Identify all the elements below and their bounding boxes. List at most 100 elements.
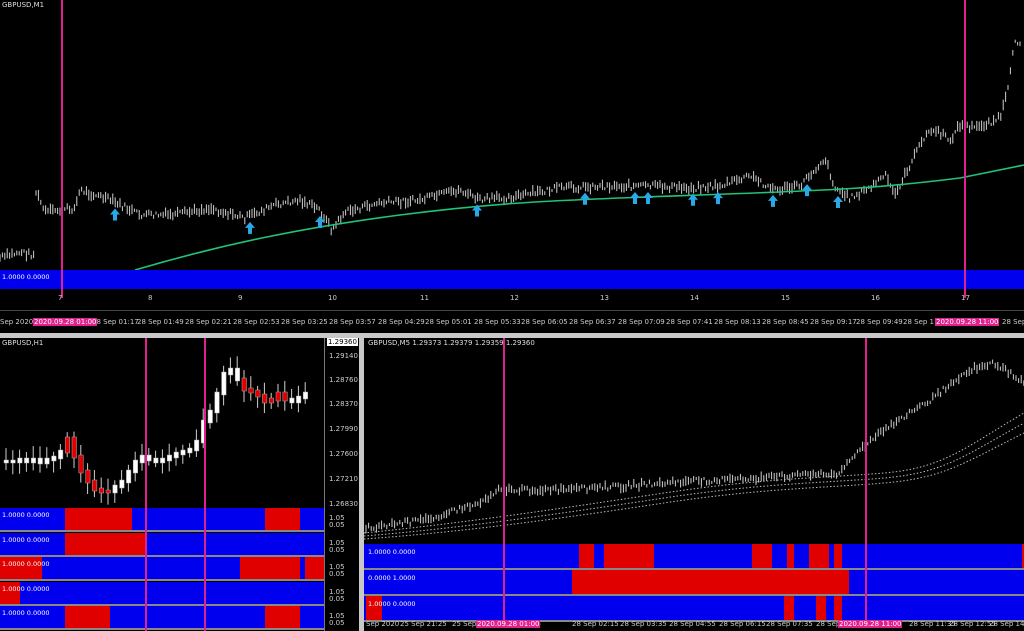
m5-indicator-label: 1.0000 0.0000 (368, 600, 416, 608)
h1-chart-panel[interactable]: GBPUSD,H1 1.29140 1.28760 1.28370 1.27990 1.… (0, 338, 359, 631)
h1-signal-red (240, 557, 300, 579)
h1-candle (160, 449, 166, 474)
main-date-tick: 28 Sep 01:49 (137, 318, 184, 326)
h1-indicator-label: 1.0000 0.0000 (2, 584, 50, 593)
h1-vline-right (204, 338, 206, 631)
up-arrow-icon (245, 221, 255, 234)
h1-candle (71, 431, 77, 469)
main-number-tick: 13 (600, 294, 609, 302)
main-number-tick: 14 (690, 294, 699, 302)
h1-candle (78, 444, 84, 483)
m5-date-tick: 28 Sep 02:15 (572, 620, 619, 628)
m5-signal-red (604, 544, 654, 568)
h1-signal-red (65, 606, 110, 628)
m5-signal-red (784, 596, 794, 620)
h1-candle (10, 450, 16, 475)
h1-candle (98, 477, 104, 503)
m5-date-tick: 28 Sep 03:35 (620, 620, 667, 628)
h1-vline-left (145, 338, 147, 631)
main-number-tick: 12 (510, 294, 519, 302)
m5-signal-red (579, 544, 594, 568)
main-date-tick: 28 Sep 02:53 (233, 318, 280, 326)
main-date-tick: Sep 2020 (0, 318, 34, 326)
h1-candle (24, 451, 30, 472)
h1-indicator-divider (0, 628, 324, 630)
h1-candle (105, 478, 111, 505)
up-arrow-icon (580, 192, 590, 205)
h1-candle (241, 370, 247, 403)
h1-candle (58, 444, 64, 470)
main-date-tick: 28 Sep 02:21 (185, 318, 232, 326)
h1-signal-red (265, 508, 300, 530)
h1-indicator-axis-bottom: 0.05 (329, 619, 345, 627)
m5-date-tick: 25 Sep 21:25 (400, 620, 447, 628)
h1-price-label: 1.26830 (329, 500, 358, 508)
main-number-tick: 7 (58, 294, 63, 302)
h1-indicator-axis-bottom: 0.05 (329, 521, 345, 529)
h1-indicator-label: 1.0000 0.0000 (2, 609, 50, 617)
h1-current-price: 1.29360 (327, 338, 358, 346)
h1-candle (275, 383, 281, 408)
m5-price-plot (364, 359, 1024, 540)
h1-candle (234, 356, 240, 386)
main-date-tick: 28 Sep 03:57 (329, 318, 376, 326)
h1-candle (289, 388, 295, 409)
m5-signal-red (834, 544, 842, 568)
up-arrow-icon (802, 184, 812, 197)
m5-vline-right (865, 338, 867, 623)
h1-candle (64, 432, 70, 458)
h1-candle (282, 380, 288, 411)
m5-signal-red (809, 544, 829, 568)
h1-candle (214, 387, 220, 423)
up-arrow-icon (833, 196, 843, 208)
m5-indicator-band (364, 570, 1024, 594)
main-number-tick: 8 (148, 294, 153, 302)
up-arrow-icon (768, 194, 778, 207)
m5-highlight-left: 2020.09.28 01:00 (476, 620, 541, 628)
main-date-tick: 28 Sep 05:01 (425, 318, 472, 326)
m5-signal-red (834, 596, 842, 620)
h1-indicator-label: 1.0000 0.0000 (2, 511, 50, 519)
up-arrow-icon (643, 192, 653, 204)
m5-date-tick: Sep 2020 (366, 620, 400, 628)
h1-candle (187, 443, 193, 458)
h1-signal-red (65, 508, 132, 530)
h1-indicator-axis-bottom: 0.05 (329, 570, 345, 578)
main-highlight-left: 2020.09.28 01:00 (33, 318, 98, 326)
h1-candle (262, 382, 268, 414)
h1-candle (132, 451, 138, 482)
h1-candle (194, 429, 200, 457)
main-number-tick: 17 (961, 294, 970, 302)
main-axis-divider (0, 310, 1024, 311)
main-number-tick: 10 (328, 294, 337, 302)
h1-candle (207, 403, 213, 429)
h1-candle (221, 365, 227, 406)
h1-candle (139, 443, 145, 471)
main-date-tick: 28 Sep 05:33 (474, 318, 521, 326)
m5-signal-red (572, 570, 849, 594)
h1-price-label: 1.27600 (329, 450, 358, 458)
main-number-tick: 15 (781, 294, 790, 302)
h1-candle (255, 385, 261, 408)
h1-candle (153, 450, 159, 468)
main-date-tick: 28 Sep 07:41 (666, 318, 713, 326)
main-date-tick: 28 Sep 06:05 (521, 318, 568, 326)
h1-indicator-label: 1.0000 0.0000 (2, 535, 50, 544)
h1-indicator-axis-bottom: 0.05 (329, 545, 345, 554)
h1-indicator-axis-bottom: 0.05 (329, 594, 345, 603)
m5-highlight-right: 2020.09.28 11:00 (838, 620, 903, 628)
h1-candle (44, 447, 50, 469)
h1-indicator-label: 1.0000 0.0000 (2, 560, 50, 568)
main-chart-panel[interactable]: GBPUSD,M1 1.0000 0.0000 7 8 9 10 11 12 13 14 15 1… (0, 0, 1024, 332)
m5-date-tick: 28 Sep 04:55 (669, 620, 716, 628)
main-number-tick: 11 (420, 294, 429, 302)
h1-candle (3, 448, 9, 470)
h1-candle (166, 443, 172, 472)
main-date-tick: 28 Sep 08:45 (762, 318, 809, 326)
m5-date-tick: 28 Sep 14:15 (989, 620, 1024, 628)
h1-price-plot (3, 356, 308, 505)
up-arrow-icon (110, 208, 120, 221)
m5-chart-panel[interactable]: GBPUSD,M5 1.29373 1.29379 1.29359 1.2936… (364, 338, 1024, 631)
main-number-tick: 16 (871, 294, 880, 302)
h1-candle (37, 446, 43, 473)
